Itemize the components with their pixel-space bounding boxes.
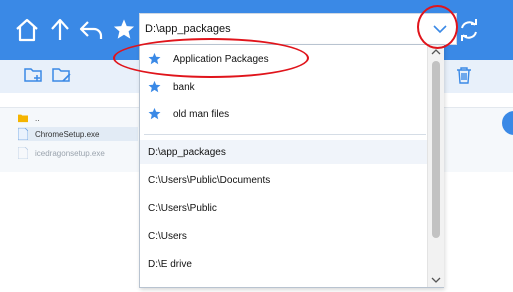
scroll-down-icon[interactable] (431, 276, 441, 284)
file-icon (18, 128, 28, 140)
list-item[interactable]: .. (18, 111, 39, 125)
star-icon[interactable] (111, 16, 137, 42)
history-label: D:\E drive (148, 258, 192, 270)
history-item[interactable]: C:\Users (140, 224, 428, 248)
home-icon[interactable] (14, 17, 40, 43)
annotation-oval (113, 38, 309, 78)
undo-arrow-icon[interactable] (78, 17, 104, 43)
trash-icon[interactable] (456, 66, 472, 89)
refresh-icon[interactable] (458, 17, 480, 43)
history-label: C:\Users\Public\Documents (148, 174, 271, 186)
star-icon (148, 80, 161, 93)
annotation-oval (417, 5, 458, 49)
history-item[interactable]: D:\app_packages (140, 140, 428, 164)
file-name: .. (35, 113, 40, 123)
edit-folder-icon[interactable] (52, 66, 72, 89)
history-item[interactable]: D:\E drive (140, 252, 428, 276)
file-name: ChromeSetup.exe (35, 129, 100, 139)
path-dropdown-list: Application Packages bank old man files … (139, 44, 444, 288)
scroll-thumb[interactable] (432, 61, 440, 238)
favorite-item[interactable]: bank (140, 75, 428, 99)
history-label: C:\Users (148, 230, 187, 242)
history-item[interactable]: C:\Users\Public (140, 196, 428, 220)
scroll-up-icon[interactable] (431, 48, 441, 56)
divider (144, 134, 426, 135)
new-folder-icon[interactable] (24, 66, 44, 89)
file-name: icedragonsetup.exe (35, 148, 105, 158)
history-label: D:\app_packages (148, 146, 226, 158)
dropdown-scrollbar[interactable] (427, 45, 444, 287)
history-item[interactable]: C:\Users\Public\Documents (140, 168, 428, 192)
list-item[interactable]: ChromeSetup.exe (18, 127, 138, 141)
arrow-up-icon[interactable] (48, 17, 72, 43)
favorite-label: bank (173, 81, 195, 93)
path-value: D:\app_packages (145, 23, 231, 35)
star-icon (148, 107, 161, 120)
file-icon (18, 147, 28, 159)
folder-icon (18, 114, 28, 123)
favorite-label: old man files (173, 108, 230, 120)
history-label: C:\Users\Public (148, 202, 217, 214)
favorite-item[interactable]: old man files (140, 102, 428, 126)
list-item[interactable]: icedragonsetup.exe (18, 146, 105, 160)
